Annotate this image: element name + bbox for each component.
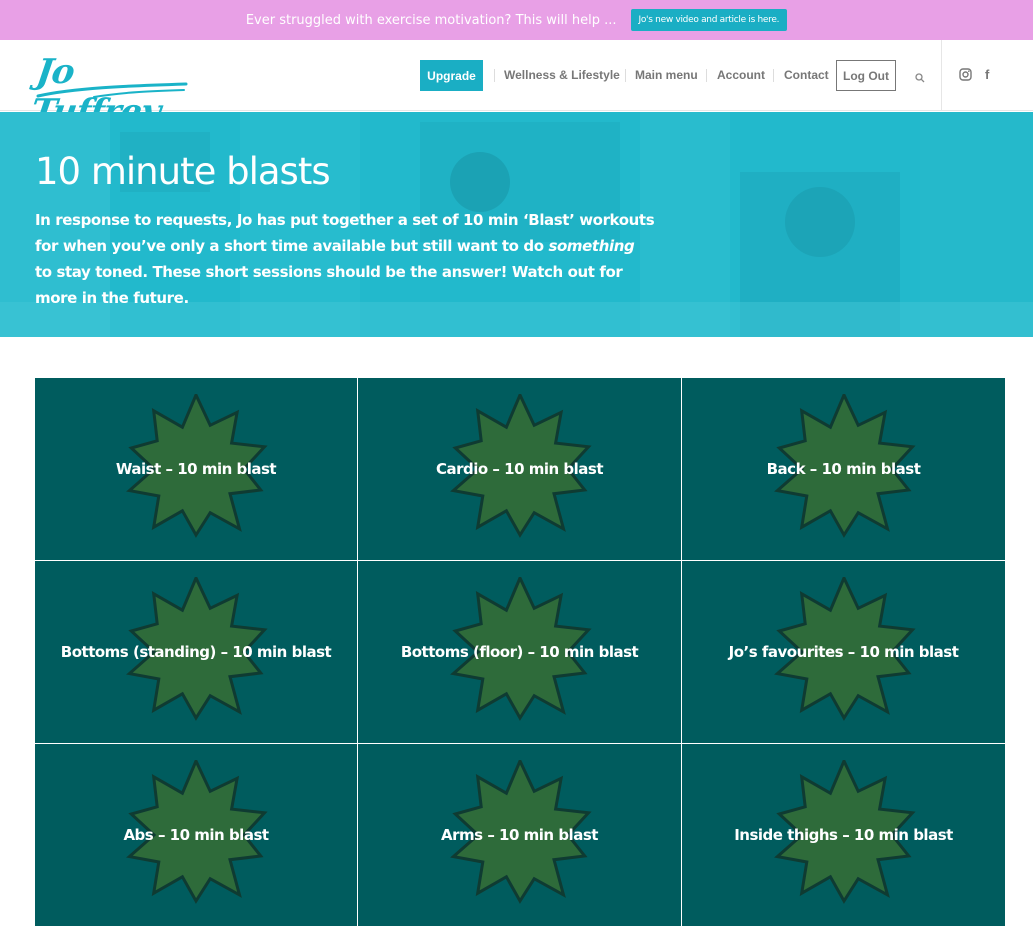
nav-separator xyxy=(773,69,774,82)
tile-label: Inside thighs – 10 min blast xyxy=(734,826,953,844)
workout-tile-favourites[interactable]: Jo’s favourites – 10 min blast xyxy=(682,561,1005,743)
workout-tile-arms[interactable]: Arms – 10 min blast xyxy=(358,744,681,926)
nav-item-wellness[interactable]: Wellness & Lifestyle xyxy=(504,68,620,82)
description-emphasis: something xyxy=(548,237,635,255)
tile-label: Jo’s favourites – 10 min blast xyxy=(728,643,959,661)
hero-banner: 10 minute blasts In response to requests… xyxy=(0,112,1033,337)
nav-item-main-menu[interactable]: Main menu xyxy=(635,68,698,82)
nav-item-contact[interactable]: Contact xyxy=(784,68,829,82)
promo-bar: Ever struggled with exercise motivation?… xyxy=(0,0,1033,40)
site-header: Jo Tuffrey Upgrade Wellness & Lifestyle … xyxy=(0,40,1033,132)
workout-tile-inside-thighs[interactable]: Inside thighs – 10 min blast xyxy=(682,744,1005,926)
tile-label: Bottoms (standing) – 10 min blast xyxy=(60,643,332,661)
search-icon[interactable] xyxy=(915,70,925,88)
workout-tile-abs[interactable]: Abs – 10 min blast xyxy=(35,744,357,926)
tile-label: Bottoms (floor) – 10 min blast xyxy=(400,643,639,661)
workout-tile-cardio[interactable]: Cardio – 10 min blast xyxy=(358,378,681,560)
promo-link-button[interactable]: Jo's new video and article is here. xyxy=(630,9,788,31)
page-title: 10 minute blasts xyxy=(35,150,331,193)
nav-item-account[interactable]: Account xyxy=(717,68,765,82)
workout-tile-bottoms-floor[interactable]: Bottoms (floor) – 10 min blast xyxy=(358,561,681,743)
tile-label: Back – 10 min blast xyxy=(766,460,921,478)
nav-separator xyxy=(494,69,495,82)
workout-tile-waist[interactable]: Waist – 10 min blast xyxy=(35,378,357,560)
nav-separator xyxy=(625,69,626,82)
facebook-icon[interactable]: f xyxy=(985,67,989,82)
site-logo[interactable]: Jo Tuffrey xyxy=(28,50,189,132)
promo-text: Ever struggled with exercise motivation?… xyxy=(245,12,617,28)
description-text: to stay toned. These short sessions shou… xyxy=(35,263,623,307)
instagram-icon[interactable] xyxy=(959,68,972,86)
nav-upgrade-button[interactable]: Upgrade xyxy=(420,60,483,91)
tile-label: Arms – 10 min blast xyxy=(441,826,598,844)
nav-separator xyxy=(706,69,707,82)
page-description: In response to requests, Jo has put toge… xyxy=(35,207,655,311)
tile-label: Cardio – 10 min blast xyxy=(435,460,604,478)
tile-label: Abs – 10 min blast xyxy=(123,826,269,844)
workout-grid: Waist – 10 min blast Cardio – 10 min bla… xyxy=(35,378,1005,926)
logo-swoosh xyxy=(36,82,188,98)
header-divider xyxy=(941,40,942,111)
tile-label: Waist – 10 min blast xyxy=(115,460,277,478)
logout-button[interactable]: Log Out xyxy=(836,60,896,91)
workout-tile-bottoms-standing[interactable]: Bottoms (standing) – 10 min blast xyxy=(35,561,357,743)
workout-tile-back[interactable]: Back – 10 min blast xyxy=(682,378,1005,560)
